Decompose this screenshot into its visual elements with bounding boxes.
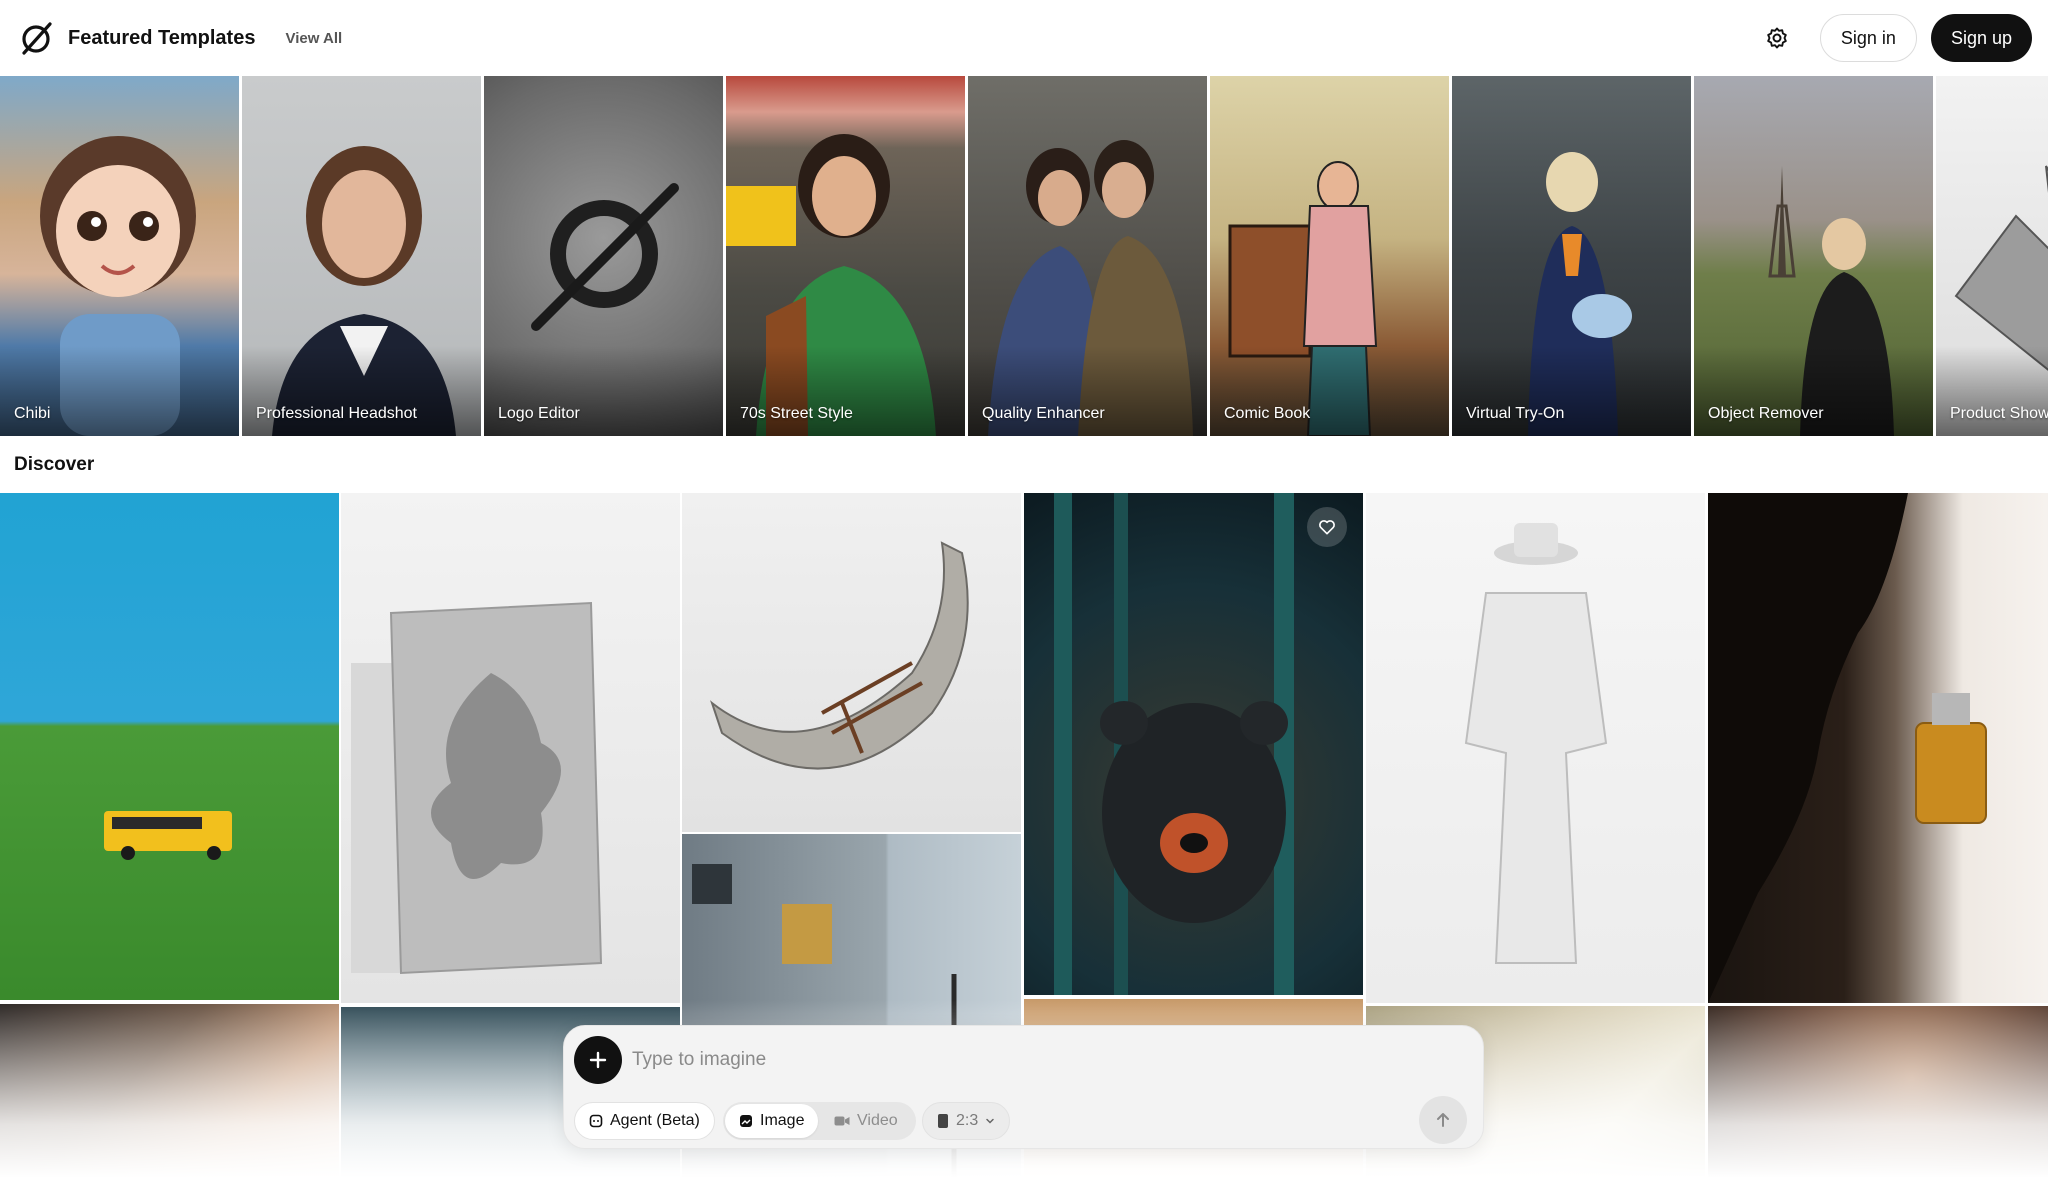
agent-icon	[589, 1114, 603, 1128]
discover-tile-white-suit[interactable]	[1366, 493, 1705, 1003]
agent-beta-label: Agent (Beta)	[610, 1112, 700, 1129]
aspect-ratio-label: 2:3	[956, 1112, 979, 1129]
template-label: Chibi	[14, 405, 51, 422]
template-card-professional-headshot[interactable]: Professional Headshot	[242, 76, 481, 436]
template-label: Logo Editor	[498, 405, 580, 422]
image-icon	[740, 1115, 752, 1127]
template-card-virtual-try-on[interactable]: Virtual Try-On	[1452, 76, 1691, 436]
sign-in-button[interactable]: Sign in	[1819, 14, 1917, 62]
sign-up-button[interactable]: Sign up	[1930, 14, 2032, 62]
logo-icon[interactable]	[16, 18, 56, 58]
like-button[interactable]	[1307, 507, 1347, 547]
template-card-70s-street-style[interactable]: 70s Street Style	[726, 76, 965, 436]
discover-tile-abstract[interactable]	[1708, 1006, 2048, 1178]
discover-heading: Discover	[14, 454, 95, 475]
page-title: Featured Templates	[68, 26, 256, 49]
bear-image	[1054, 493, 1294, 995]
banana-image	[710, 541, 969, 770]
prompt-input[interactable]	[632, 1044, 1452, 1076]
agent-beta-button[interactable]: Agent (Beta)	[574, 1102, 715, 1140]
heart-icon	[1319, 520, 1335, 535]
template-label: Virtual Try-On	[1466, 405, 1565, 422]
image-mode-button[interactable]: Image	[725, 1104, 819, 1138]
perfume-image	[1708, 493, 1987, 1003]
prompt-bar: Agent (Beta) Image Video 2:3	[563, 1025, 1484, 1149]
discover-tile-bear[interactable]	[1024, 493, 1363, 995]
template-label: 70s Street Style	[740, 405, 853, 422]
discover-tile-school-bus[interactable]	[0, 493, 339, 1000]
template-label: Comic Book	[1224, 405, 1311, 422]
white-suit-image	[1464, 523, 1608, 964]
template-label: Object Remover	[1708, 405, 1824, 422]
discover-tile-banana[interactable]	[682, 493, 1021, 832]
header-actions: Sign in Sign up	[1756, 14, 2032, 62]
video-mode-button[interactable]: Video	[820, 1104, 912, 1138]
add-attachment-button[interactable]	[574, 1036, 622, 1084]
chevron-down-icon	[986, 1118, 994, 1124]
submit-button[interactable]	[1419, 1096, 1467, 1144]
template-label: Quality Enhancer	[982, 405, 1105, 422]
school-bus-image	[104, 811, 232, 860]
settings-button[interactable]	[1756, 17, 1798, 59]
template-card-logo-editor[interactable]: Logo Editor	[484, 76, 723, 436]
template-label: Product Show	[1950, 405, 2048, 422]
sculpture-image	[351, 601, 603, 975]
discover-tile-portrait[interactable]	[0, 1004, 339, 1178]
top-bar: Featured Templates View All Sign in Sign…	[0, 0, 2048, 76]
plus-icon	[589, 1051, 607, 1069]
aspect-ratio-select[interactable]: 2:3	[922, 1102, 1011, 1140]
template-card-object-remover[interactable]: Object Remover	[1694, 76, 1933, 436]
featured-templates-row: Chibi Professional Headshot Logo Editor	[0, 76, 2048, 436]
discover-tile-sculpture[interactable]	[341, 493, 680, 1003]
gear-icon	[1767, 27, 1787, 49]
image-mode-label: Image	[760, 1112, 805, 1129]
template-label: Professional Headshot	[256, 405, 417, 422]
video-mode-label: Video	[857, 1112, 898, 1129]
ratio-icon	[938, 1114, 948, 1128]
template-card-chibi[interactable]: Chibi	[0, 76, 239, 436]
arrow-up-icon	[1437, 1113, 1449, 1127]
template-card-quality-enhancer[interactable]: Quality Enhancer	[968, 76, 1207, 436]
template-card-product-show[interactable]: Product Show	[1936, 76, 2048, 436]
view-all-link[interactable]: View All	[285, 30, 342, 47]
page: Featured Templates View All Sign in Sign…	[0, 0, 2048, 1178]
video-icon	[834, 1116, 850, 1126]
discover-tile-perfume[interactable]	[1708, 493, 2048, 1003]
template-card-comic-book[interactable]: Comic Book	[1210, 76, 1449, 436]
